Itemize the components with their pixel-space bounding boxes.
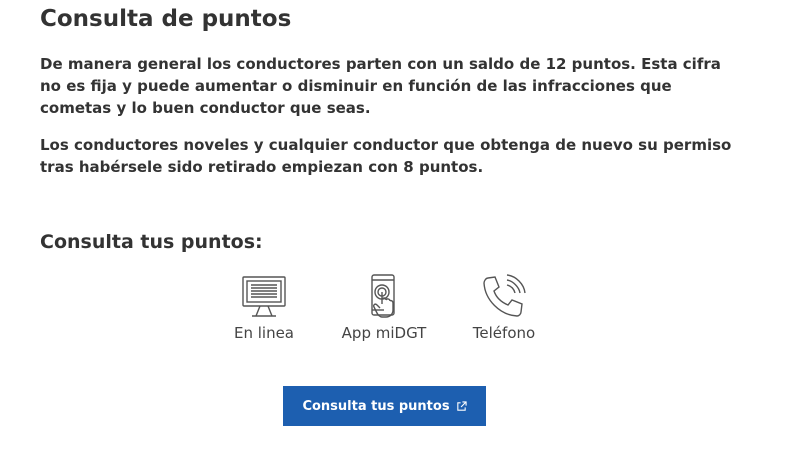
phone-ringing-icon [483, 274, 526, 317]
consulta-puntos-button[interactable]: Consulta tus puntos [283, 386, 486, 426]
option-online: En linea [204, 272, 324, 342]
novice-drivers-paragraph: Los conductores noveles y cualquier cond… [40, 136, 732, 176]
option-app-label: App miDGT [341, 324, 427, 342]
computer-monitor-icon [242, 276, 286, 317]
consulta-puntos-button-label: Consulta tus puntos [302, 398, 450, 414]
section-subtitle: Consulta tus puntos: [40, 231, 263, 253]
consultation-options: En linea App miDGT Teléfono [0, 272, 807, 352]
option-app-midgt: App miDGT [324, 272, 444, 342]
page-title: Consulta de puntos [40, 6, 292, 32]
option-online-label: En linea [233, 324, 294, 342]
option-phone-label: Teléfono [472, 324, 536, 342]
external-link-icon [456, 400, 467, 411]
smartphone-tap-icon [371, 274, 395, 318]
intro-paragraph: De manera general los conductores parten… [40, 55, 721, 117]
option-phone: Teléfono [444, 272, 564, 342]
